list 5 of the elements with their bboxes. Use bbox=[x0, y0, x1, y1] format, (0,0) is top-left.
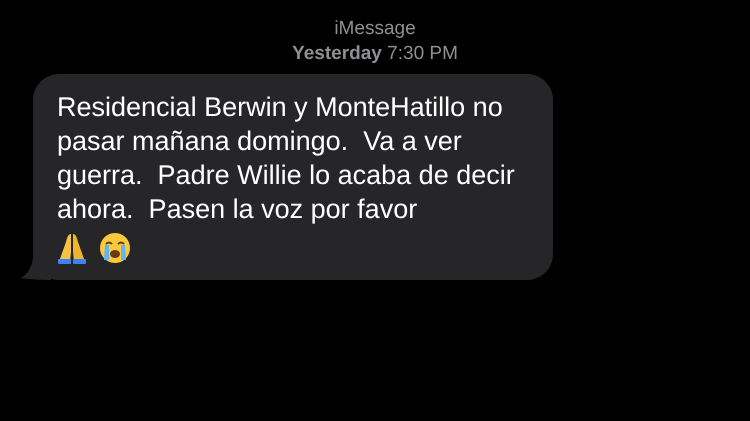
praying-hands-icon bbox=[57, 232, 87, 264]
service-label: iMessage bbox=[334, 17, 416, 41]
crying-face-icon bbox=[99, 232, 131, 264]
message-text: Residencial Berwin y MonteHatillo no pasar mañana domingo. Va a ver guerra. Padre Willie lo acaba de decir ahora. Pasen la voz por favor bbox=[57, 91, 516, 226]
timestamp: Yesterday 7:30 PM bbox=[292, 42, 458, 66]
